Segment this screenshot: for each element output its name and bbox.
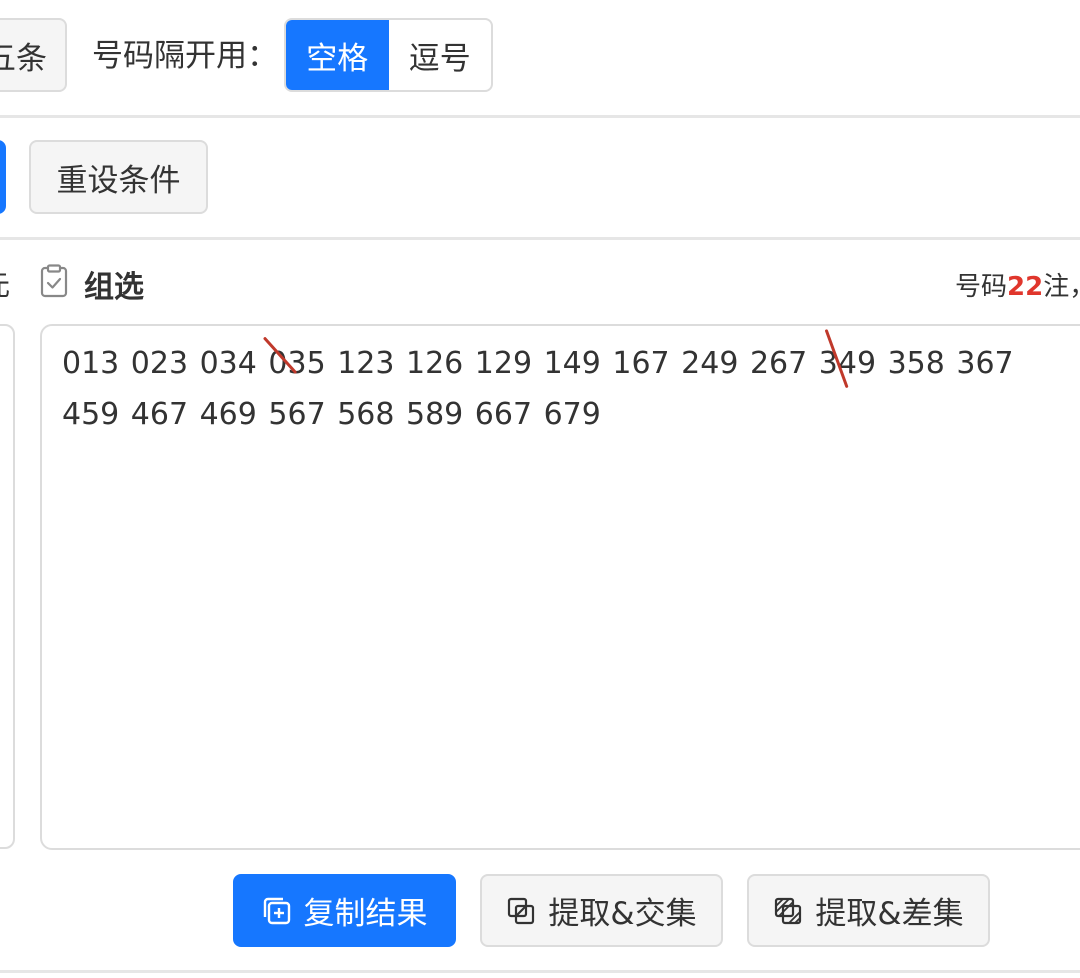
reset-conditions-button[interactable]: 重设条件 — [29, 140, 208, 214]
conditions-textarea-partial[interactable] — [0, 324, 15, 849]
extract-difference-button[interactable]: 提取&差集 — [747, 874, 990, 947]
result-count: 号码22注， — [955, 266, 1080, 303]
separator-space-label: 空格 — [306, 40, 369, 77]
clipboard-check-icon — [40, 264, 68, 298]
result-textarea[interactable]: 013 023 034 035 123 126 129 149 167 249 … — [40, 324, 1080, 850]
copy-plus-icon — [263, 897, 290, 924]
count-suffix: 注， — [1043, 272, 1080, 302]
count-prefix: 号码 — [955, 272, 1008, 302]
reset-conditions-label: 重设条件 — [56, 162, 181, 199]
divider-bottom — [0, 970, 1080, 973]
copy-result-label: 复制结果 — [303, 896, 428, 932]
divider-middle — [0, 237, 1080, 240]
primary-action-button-partial[interactable] — [0, 140, 6, 214]
result-title: 组选 — [84, 270, 144, 305]
separator-comma-option[interactable]: 逗号 — [389, 20, 492, 90]
partial-option-label: 五条 — [0, 40, 47, 77]
extract-intersection-button[interactable]: 提取&交集 — [480, 874, 723, 947]
separator-comma-label: 逗号 — [408, 40, 471, 77]
page: 五条 号码隔开用： 空格 逗号 重设条件 元 组选 号码22注， 013 023… — [0, 0, 1080, 978]
copy-result-button[interactable]: 复制结果 — [233, 874, 456, 947]
previous-column-text: 元 — [0, 264, 10, 304]
separator-space-option[interactable]: 空格 — [286, 20, 389, 90]
difference-icon — [775, 897, 802, 924]
separator-toggle: 空格 逗号 — [284, 18, 493, 92]
extract-intersection-label: 提取&交集 — [548, 896, 697, 932]
divider-top — [0, 115, 1080, 118]
intersect-icon — [508, 897, 535, 924]
count-value: 22 — [1007, 272, 1044, 302]
result-numbers: 013 023 034 035 123 126 129 149 167 249 … — [62, 346, 1014, 432]
partial-option-button[interactable]: 五条 — [0, 18, 67, 92]
separator-label: 号码隔开用： — [92, 38, 278, 74]
extract-difference-label: 提取&差集 — [815, 896, 964, 932]
